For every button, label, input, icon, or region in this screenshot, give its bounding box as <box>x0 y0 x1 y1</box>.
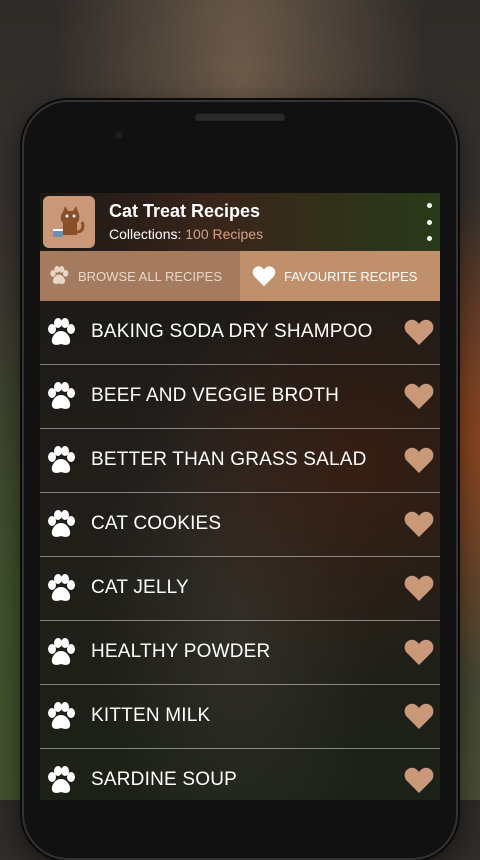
recipe-title: BEEF AND VEGGIE BROTH <box>91 385 340 406</box>
tab-browse-label: BROWSE ALL RECIPES <box>78 268 223 284</box>
recipe-row[interactable]: KITTEN MILK <box>40 685 440 749</box>
paw-icon <box>48 638 75 665</box>
tab-favourite-label: FAVOURITE RECIPES <box>284 268 418 284</box>
recipe-row[interactable]: SARDINE SOUP <box>40 749 440 800</box>
recipe-title: BAKING SODA DRY SHAMPOO <box>91 321 373 342</box>
overflow-menu-icon[interactable] <box>424 203 434 241</box>
favorite-heart-icon[interactable] <box>404 702 434 730</box>
recipe-row[interactable]: BEEF AND VEGGIE BROTH <box>40 365 440 429</box>
paw-icon <box>48 702 75 729</box>
app-title: Cat Treat Recipes <box>109 201 261 221</box>
paw-icon <box>48 446 75 473</box>
favorite-heart-icon[interactable] <box>404 318 434 346</box>
paw-icon <box>48 382 75 409</box>
recipe-row[interactable]: CAT JELLY <box>40 557 440 621</box>
recipe-title: CAT COOKIES <box>91 513 222 534</box>
favorite-heart-icon[interactable] <box>404 510 434 538</box>
recipe-title: BETTER THAN GRASS SALAD <box>91 449 367 470</box>
tab-bar: BROWSE ALL RECIPES FAVOURITE RECIPES <box>40 251 440 301</box>
phone-speaker <box>194 112 286 121</box>
app-screen: Cat Treat Recipes Collections: 100 Recip… <box>40 193 440 800</box>
recipe-row[interactable]: CAT COOKIES <box>40 493 440 557</box>
recipe-row[interactable]: BAKING SODA DRY SHAMPOO <box>40 301 440 365</box>
paw-icon <box>48 766 75 793</box>
recipe-list: BAKING SODA DRY SHAMPOO BEEF AND VEGGIE … <box>40 301 440 800</box>
recipe-title: HEALTHY POWDER <box>91 641 271 662</box>
paw-icon <box>48 318 75 345</box>
favorite-heart-icon[interactable] <box>404 446 434 474</box>
favorite-heart-icon[interactable] <box>404 574 434 602</box>
recipe-title: CAT JELLY <box>91 577 189 598</box>
favorite-heart-icon[interactable] <box>404 766 434 794</box>
collections-subtitle: Collections: 100 Recipes <box>109 226 263 242</box>
paw-icon <box>48 510 75 537</box>
recipe-row[interactable]: HEALTHY POWDER <box>40 621 440 685</box>
collections-count: 100 Recipes <box>185 226 264 242</box>
favorite-heart-icon[interactable] <box>404 638 434 666</box>
app-logo-cat-icon <box>43 196 95 248</box>
paw-icon <box>50 266 69 284</box>
recipe-title: KITTEN MILK <box>91 705 211 726</box>
favorite-heart-icon[interactable] <box>404 382 434 410</box>
heart-icon <box>252 266 276 287</box>
phone-camera <box>114 130 124 140</box>
app-bar: Cat Treat Recipes Collections: 100 Recip… <box>40 193 440 251</box>
recipe-title: SARDINE SOUP <box>91 769 237 790</box>
tab-browse-all[interactable]: BROWSE ALL RECIPES <box>40 251 240 301</box>
collections-label: Collections: <box>109 226 182 242</box>
tab-favourite[interactable]: FAVOURITE RECIPES <box>240 251 440 301</box>
paw-icon <box>48 574 75 601</box>
recipe-row[interactable]: BETTER THAN GRASS SALAD <box>40 429 440 493</box>
